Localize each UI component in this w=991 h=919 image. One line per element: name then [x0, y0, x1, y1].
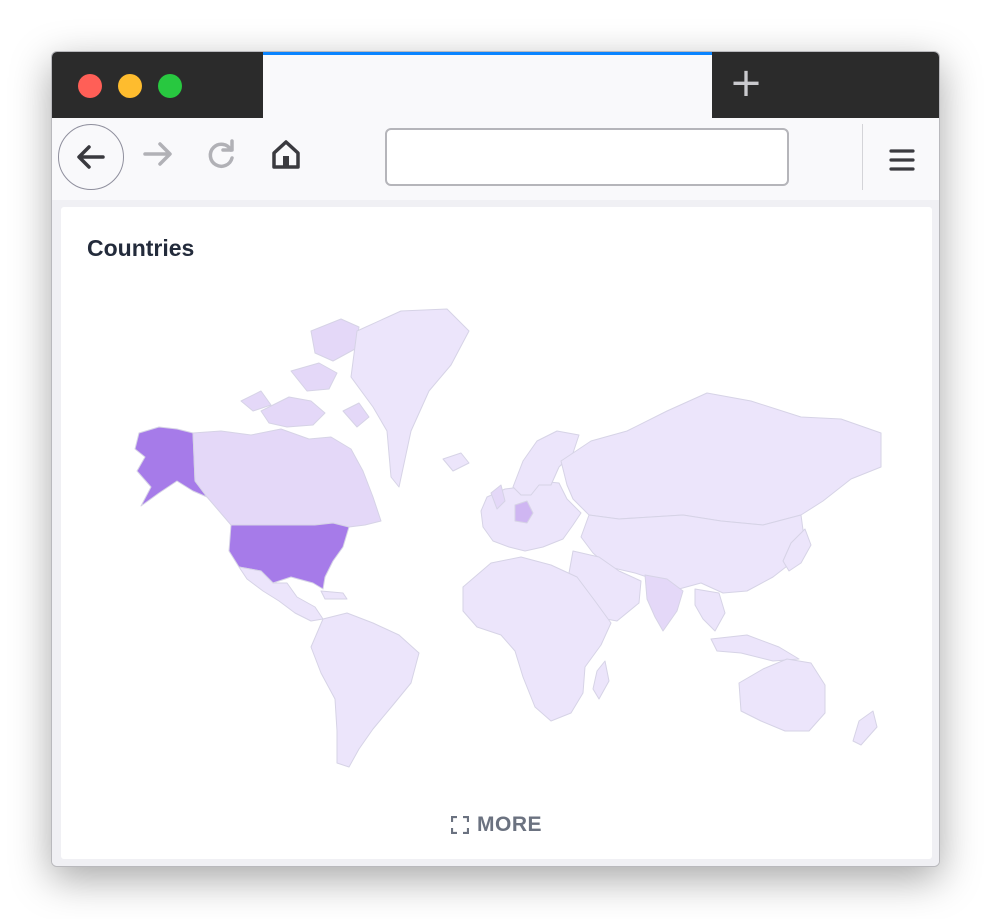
forward-arrow-icon	[143, 142, 172, 166]
country-canada-islands[interactable]	[240, 318, 370, 428]
toolbar-separator	[862, 124, 863, 190]
more-button[interactable]: MORE	[61, 813, 932, 837]
home-button[interactable]	[264, 132, 308, 176]
country-russia	[560, 392, 882, 526]
country-canada[interactable]	[192, 428, 382, 528]
new-tab-button[interactable]: +	[729, 63, 763, 103]
country-iceland	[442, 452, 470, 472]
close-window-button[interactable]	[78, 74, 102, 98]
maximize-window-button[interactable]	[158, 74, 182, 98]
menu-button[interactable]	[882, 140, 922, 180]
page-content: Countries MORE	[52, 200, 939, 866]
world-map	[134, 308, 882, 768]
country-madagascar	[592, 660, 610, 700]
active-tab[interactable]	[263, 52, 712, 118]
browser-window: + Countries MORE	[51, 51, 940, 867]
reload-button[interactable]	[200, 132, 244, 176]
card-title: Countries	[87, 235, 195, 261]
home-icon	[272, 140, 300, 169]
expand-icon	[451, 816, 469, 834]
country-australia	[738, 658, 826, 732]
region-south-america	[310, 612, 420, 768]
back-button[interactable]	[58, 124, 124, 190]
navigation-toolbar	[52, 118, 939, 201]
forward-button[interactable]	[136, 132, 180, 176]
region-southeast-asia	[694, 588, 800, 662]
back-arrow-icon	[77, 145, 105, 169]
more-label: MORE	[477, 813, 542, 836]
reload-icon	[208, 139, 234, 168]
region-caribbean	[320, 590, 348, 600]
menu-icon	[889, 149, 915, 171]
minimize-window-button[interactable]	[118, 74, 142, 98]
countries-card: Countries MORE	[61, 207, 932, 859]
country-new-zealand	[852, 710, 878, 746]
title-bar: +	[52, 52, 939, 118]
url-bar[interactable]	[385, 128, 789, 186]
